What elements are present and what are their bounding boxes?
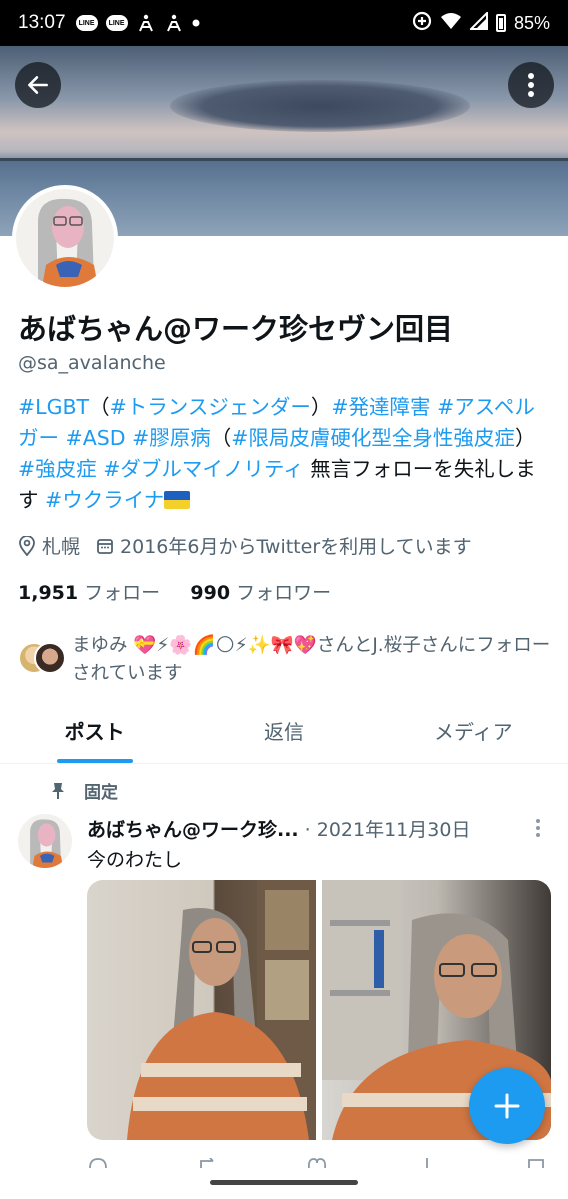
tab-posts[interactable]: ポスト [0,702,189,763]
pin-icon [50,782,66,800]
post-header: あばちゃん@ワーク珍... · 2021年11月30日 [87,815,470,842]
app-notification-icon [136,14,156,32]
status-time: 13:07 [18,12,66,33]
line-notification-icon-2: LINE [105,15,128,31]
follow-stats: 1,951 フォロー 990 フォロワー [18,578,331,605]
followers-label: フォロワー [236,582,332,604]
bio-hashtag[interactable]: #膠原病 [132,426,211,450]
post-more-icon [536,819,540,837]
bio-hashtag[interactable]: #ASD [66,426,126,450]
more-notifications-dot-icon [192,19,200,27]
more-options-button[interactable] [508,62,554,108]
bio-hashtag[interactable]: #限局皮膚硬化型全身性強皮症 [231,426,515,450]
post-author-name[interactable]: あばちゃん@ワーク珍... [87,815,299,842]
status-right: 85% [412,10,550,36]
profile-bio: #LGBT（#トランスジェンダー）#発達障害 #アスペルガー #ASD #膠原病… [18,392,550,516]
bio-text: （ [210,426,232,450]
more-vertical-icon [528,73,534,97]
following-count: 1,951 [18,582,79,604]
line-notification-icon: LINE [75,15,98,31]
bio-hashtag[interactable]: #発達障害 [331,395,430,419]
bio-hashtag[interactable]: #強皮症 [18,457,97,481]
battery-icon [495,14,506,32]
bio-hashtag[interactable]: #トランスジェンダー [110,395,311,419]
followers-link[interactable]: 990 フォロワー [190,582,331,604]
status-bar: 13:07 LINE LINE 85% [0,0,568,46]
bio-hashtag[interactable]: #ウクライナ [45,488,164,512]
post-actions [87,1156,547,1172]
follower-avatar-2 [34,642,66,674]
back-arrow-icon [28,76,48,94]
post-photo-1[interactable] [87,880,316,1140]
repost-icon[interactable] [197,1156,219,1172]
followed-by-text: まゆみ 💝⚡🌸🌈🌕⚡✨🎀💖さんとJ.桜子さんにフォローされています [72,635,551,684]
back-button[interactable] [15,62,61,108]
profile-tabs: ポスト 返信 メディア [0,702,568,764]
following-label: フォロー [84,582,161,604]
battery-percent: 85% [513,12,550,33]
post-author-avatar[interactable] [18,814,72,868]
banner-cloud [170,80,470,132]
ukraine-flag-icon [164,491,191,509]
data-saver-icon [412,11,432,36]
following-link[interactable]: 1,951 フォロー [18,582,160,604]
calendar-icon [96,537,114,555]
home-indicator[interactable] [210,1180,358,1185]
follower-avatars [18,642,68,676]
share-icon[interactable] [525,1156,547,1172]
followed-by[interactable]: まゆみ 💝⚡🌸🌈🌕⚡✨🎀💖さんとJ.桜子さんにフォローされています [18,632,558,688]
bio-text: ） [310,395,332,419]
app-notification-icon-2 [164,14,184,32]
profile-avatar[interactable] [12,185,118,291]
location-pin-icon [18,535,36,556]
display-name: あばちゃん@ワーク珍セヴン回目 [18,312,454,346]
plus-icon [494,1093,520,1119]
tab-replies[interactable]: 返信 [189,702,378,763]
bio-text: （ [89,395,110,419]
like-icon[interactable] [306,1156,328,1172]
bio-text: ） [514,426,536,450]
bio-hashtag[interactable]: #LGBT [18,395,89,419]
pinned-indicator: 固定 [50,778,118,803]
tab-media[interactable]: メディア [379,702,568,763]
compose-post-button[interactable] [469,1068,545,1144]
views-icon[interactable] [416,1156,438,1172]
location-text: 札幌 [42,536,81,558]
wifi-icon [440,12,462,35]
signal-icon [468,10,488,35]
bio-hashtag[interactable]: #ダブルマイノリティ [103,457,303,481]
post-date[interactable]: · 2021年11月30日 [305,815,471,842]
pinned-label: 固定 [84,783,118,803]
post-text: 今のわたし [87,849,183,871]
post-more-button[interactable] [534,818,542,842]
profile-meta: 札幌 2016年6月からTwitterを利用しています [18,532,472,559]
reply-icon[interactable] [87,1156,109,1172]
user-handle: @sa_avalanche [18,352,166,374]
followers-count: 990 [190,582,231,604]
joined-date: 2016年6月からTwitterを利用しています [120,536,472,558]
